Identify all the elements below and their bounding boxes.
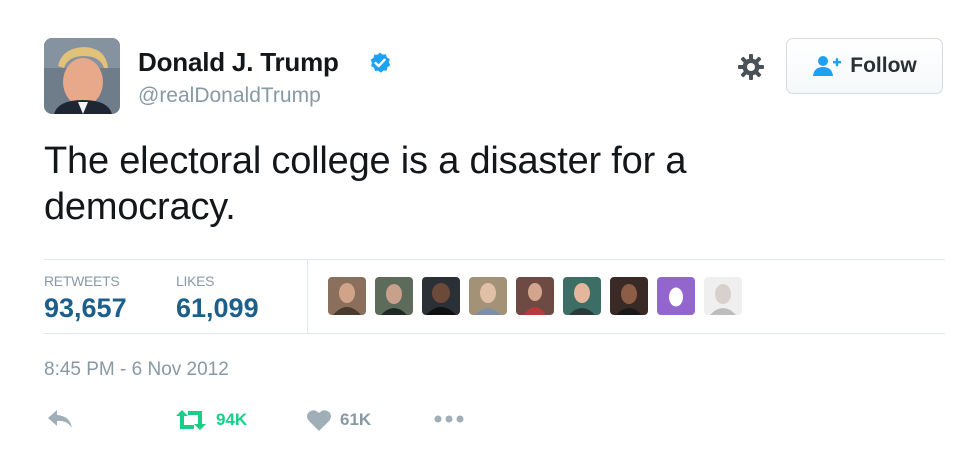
- liker-avatar[interactable]: [704, 277, 742, 315]
- like-count: 61K: [340, 410, 372, 429]
- liker-avatar[interactable]: [422, 277, 460, 315]
- user-handle[interactable]: @realDonaldTrump: [138, 84, 321, 108]
- display-name[interactable]: Donald J. Trump: [138, 47, 339, 78]
- heart-icon: [307, 410, 331, 431]
- divider: [44, 333, 945, 334]
- profile-avatar[interactable]: [44, 38, 120, 114]
- retweet-icon: [176, 410, 206, 430]
- retweets-label: RETWEETS: [44, 273, 120, 289]
- gear-icon[interactable]: [735, 51, 767, 83]
- liker-avatar[interactable]: [375, 277, 413, 315]
- verified-badge-icon: [370, 52, 391, 73]
- tweet-text-line: The electoral college is a disaster for …: [44, 140, 687, 182]
- tweet-text: The electoral college is a disaster for …: [44, 138, 804, 230]
- retweets-count[interactable]: 93,657: [44, 293, 127, 324]
- like-button[interactable]: 61K: [306, 408, 371, 432]
- liker-avatars: [328, 277, 742, 315]
- follow-button[interactable]: Follow: [786, 38, 943, 94]
- more-icon: [434, 415, 464, 423]
- liker-avatar[interactable]: [563, 277, 601, 315]
- reply-button[interactable]: [46, 408, 74, 430]
- liker-avatar[interactable]: [516, 277, 554, 315]
- more-button[interactable]: [432, 408, 466, 430]
- tweet-text-line: democracy.: [44, 186, 236, 228]
- divider: [44, 259, 945, 260]
- liker-avatar[interactable]: [469, 277, 507, 315]
- follow-label: Follow: [850, 54, 917, 77]
- tweet-timestamp[interactable]: 8:45 PM - 6 Nov 2012: [44, 359, 229, 381]
- retweet-button[interactable]: 94K: [174, 408, 247, 432]
- stats-divider: [307, 260, 308, 333]
- reply-icon: [48, 410, 72, 428]
- likes-count[interactable]: 61,099: [176, 293, 259, 324]
- egg-avatar[interactable]: [657, 277, 695, 315]
- retweet-count: 94K: [216, 410, 248, 429]
- liker-avatar[interactable]: [328, 277, 366, 315]
- likes-label: LIKES: [176, 273, 215, 289]
- liker-avatar[interactable]: [610, 277, 648, 315]
- follow-person-icon: [813, 56, 842, 76]
